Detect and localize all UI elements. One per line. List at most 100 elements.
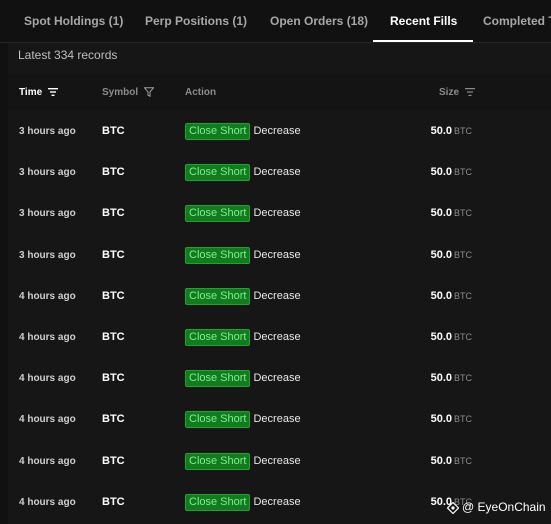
fill-size-value: 50.0 (430, 413, 452, 426)
fill-action-text: Decrease (253, 372, 301, 385)
close-short-badge: Close Short (185, 329, 251, 347)
fill-action-text: Decrease (253, 248, 301, 261)
fill-size: 50.0 BTC (408, 358, 472, 399)
fill-action: Close Short Decrease (185, 358, 301, 399)
fill-size-value: 50.0 (430, 330, 452, 343)
table-row[interactable]: 4 hours ago BTC Close Short Decrease 50.0… (8, 317, 551, 358)
fill-size: 50.0 BTC (408, 317, 472, 358)
fill-symbol: BTC (102, 372, 125, 385)
fill-size-unit: BTC (454, 331, 472, 342)
close-short-badge: Close Short (185, 205, 251, 223)
fill-symbol: BTC (102, 330, 125, 343)
close-short-badge: Close Short (185, 370, 251, 388)
column-header-symbol-label: Symbol (102, 87, 139, 98)
watermark-text: @ EyeOnChain (462, 500, 546, 514)
fill-action-text: Decrease (253, 454, 301, 467)
close-short-badge: Close Short (185, 123, 251, 141)
column-header-symbol[interactable]: Symbol (102, 75, 155, 111)
tab-recent-fills[interactable]: Recent Fills (372, 0, 474, 42)
fill-action: Close Short Decrease (185, 152, 301, 193)
fill-size-unit: BTC (454, 455, 472, 466)
column-header-size-label: Size (439, 87, 460, 98)
fill-size-unit: BTC (454, 167, 472, 178)
table-header: Time Symbol Action Size (8, 75, 551, 111)
close-short-badge: Close Short (185, 287, 251, 305)
fill-size: 50.0 BTC (408, 235, 472, 276)
fills-table-body: 3 hours ago BTC Close Short Decrease 50.0… (8, 111, 551, 523)
fill-action: Close Short Decrease (185, 399, 301, 440)
tab-completed-trades[interactable]: Completed Tr (483, 0, 551, 42)
fill-time: 3 hours ago (19, 249, 76, 261)
fill-size-unit: BTC (454, 208, 472, 219)
fill-size: 50.0 BTC (408, 111, 472, 152)
fill-action: Close Short Decrease (185, 441, 301, 482)
table-row[interactable]: 4 hours ago BTC Close Short Decrease 50.0… (8, 441, 551, 482)
fill-action: Close Short Decrease (185, 111, 301, 152)
records-count: Latest 334 records (18, 48, 118, 62)
fill-symbol: BTC (102, 454, 125, 467)
fill-time: 4 hours ago (19, 455, 76, 467)
fill-size-unit: BTC (454, 414, 472, 425)
table-row[interactable]: 4 hours ago BTC Close Short Decrease 50.0… (8, 358, 551, 399)
column-header-size[interactable]: Size (439, 75, 475, 111)
sort-icon[interactable] (464, 88, 475, 97)
sort-icon[interactable] (47, 88, 58, 97)
fill-time: 4 hours ago (19, 414, 76, 426)
fill-time: 3 hours ago (19, 126, 76, 137)
fill-symbol: BTC (102, 207, 125, 220)
fill-symbol: BTC (102, 289, 125, 302)
fill-time: 3 hours ago (19, 208, 76, 220)
column-header-time[interactable]: Time (19, 75, 58, 111)
fill-symbol: BTC (102, 125, 125, 137)
fill-size-unit: BTC (454, 126, 472, 136)
fill-size-unit: BTC (454, 290, 472, 301)
table-row[interactable]: 3 hours ago BTC Close Short Decrease 50.0… (8, 152, 551, 193)
fill-time: 4 hours ago (19, 373, 76, 385)
fill-size-unit: BTC (454, 373, 472, 384)
fill-action: Close Short Decrease (185, 193, 301, 234)
close-short-badge: Close Short (185, 246, 251, 264)
fill-action: Close Short Decrease (185, 482, 301, 523)
fill-time: 3 hours ago (19, 167, 76, 179)
fill-time: 4 hours ago (19, 331, 76, 343)
fill-action-text: Decrease (253, 125, 301, 137)
fill-action-text: Decrease (253, 413, 301, 426)
table-row[interactable]: 4 hours ago BTC Close Short Decrease 50.0… (8, 399, 551, 440)
fill-symbol: BTC (102, 495, 125, 508)
fill-size: 50.0 BTC (408, 152, 472, 193)
fill-symbol: BTC (102, 248, 125, 261)
table-row[interactable]: 3 hours ago BTC Close Short Decrease 50.0… (8, 235, 551, 276)
fill-size: 50.0 BTC (408, 276, 472, 317)
fill-size-value: 50.0 (430, 207, 452, 220)
table-row[interactable]: 4 hours ago BTC Close Short Decrease 50.0… (8, 276, 551, 317)
fill-action-text: Decrease (253, 289, 301, 302)
fill-symbol: BTC (102, 413, 125, 426)
watermark: @ EyeOnChain (446, 497, 546, 517)
fill-action-text: Decrease (253, 207, 301, 220)
tab-bar: Spot Holdings (1) Perp Positions (1) Ope… (0, 0, 551, 43)
fill-action: Close Short Decrease (185, 276, 301, 317)
fill-size-value: 50.0 (430, 454, 452, 467)
fills-panel: Latest 334 records Time Symbol Action Si… (8, 43, 551, 524)
fill-size-value: 50.0 (430, 289, 452, 302)
tab-spot-holdings[interactable]: Spot Holdings (1) (24, 0, 123, 42)
close-short-badge: Close Short (185, 452, 251, 470)
column-header-time-label: Time (19, 87, 43, 98)
table-row[interactable]: 3 hours ago BTC Close Short Decrease 50.0… (8, 111, 551, 152)
eye-icon (446, 501, 460, 515)
fill-size: 50.0 BTC (408, 399, 472, 440)
fill-size-value: 50.0 (430, 248, 452, 261)
column-header-action: Action (185, 87, 217, 98)
fill-size: 50.0 BTC (408, 441, 472, 482)
tab-open-orders[interactable]: Open Orders (18) (270, 0, 368, 42)
fill-action: Close Short Decrease (185, 317, 301, 358)
fill-size: 50.0 BTC (408, 193, 472, 234)
fill-action-text: Decrease (253, 166, 301, 179)
filter-icon[interactable] (143, 87, 155, 98)
tab-perp-positions[interactable]: Perp Positions (1) (145, 0, 247, 42)
fill-size-value: 50.0 (430, 166, 452, 179)
fill-size-unit: BTC (454, 249, 472, 260)
fill-action-text: Decrease (253, 495, 301, 508)
table-row[interactable]: 3 hours ago BTC Close Short Decrease 50.0… (8, 193, 551, 234)
fill-action-text: Decrease (253, 330, 301, 343)
